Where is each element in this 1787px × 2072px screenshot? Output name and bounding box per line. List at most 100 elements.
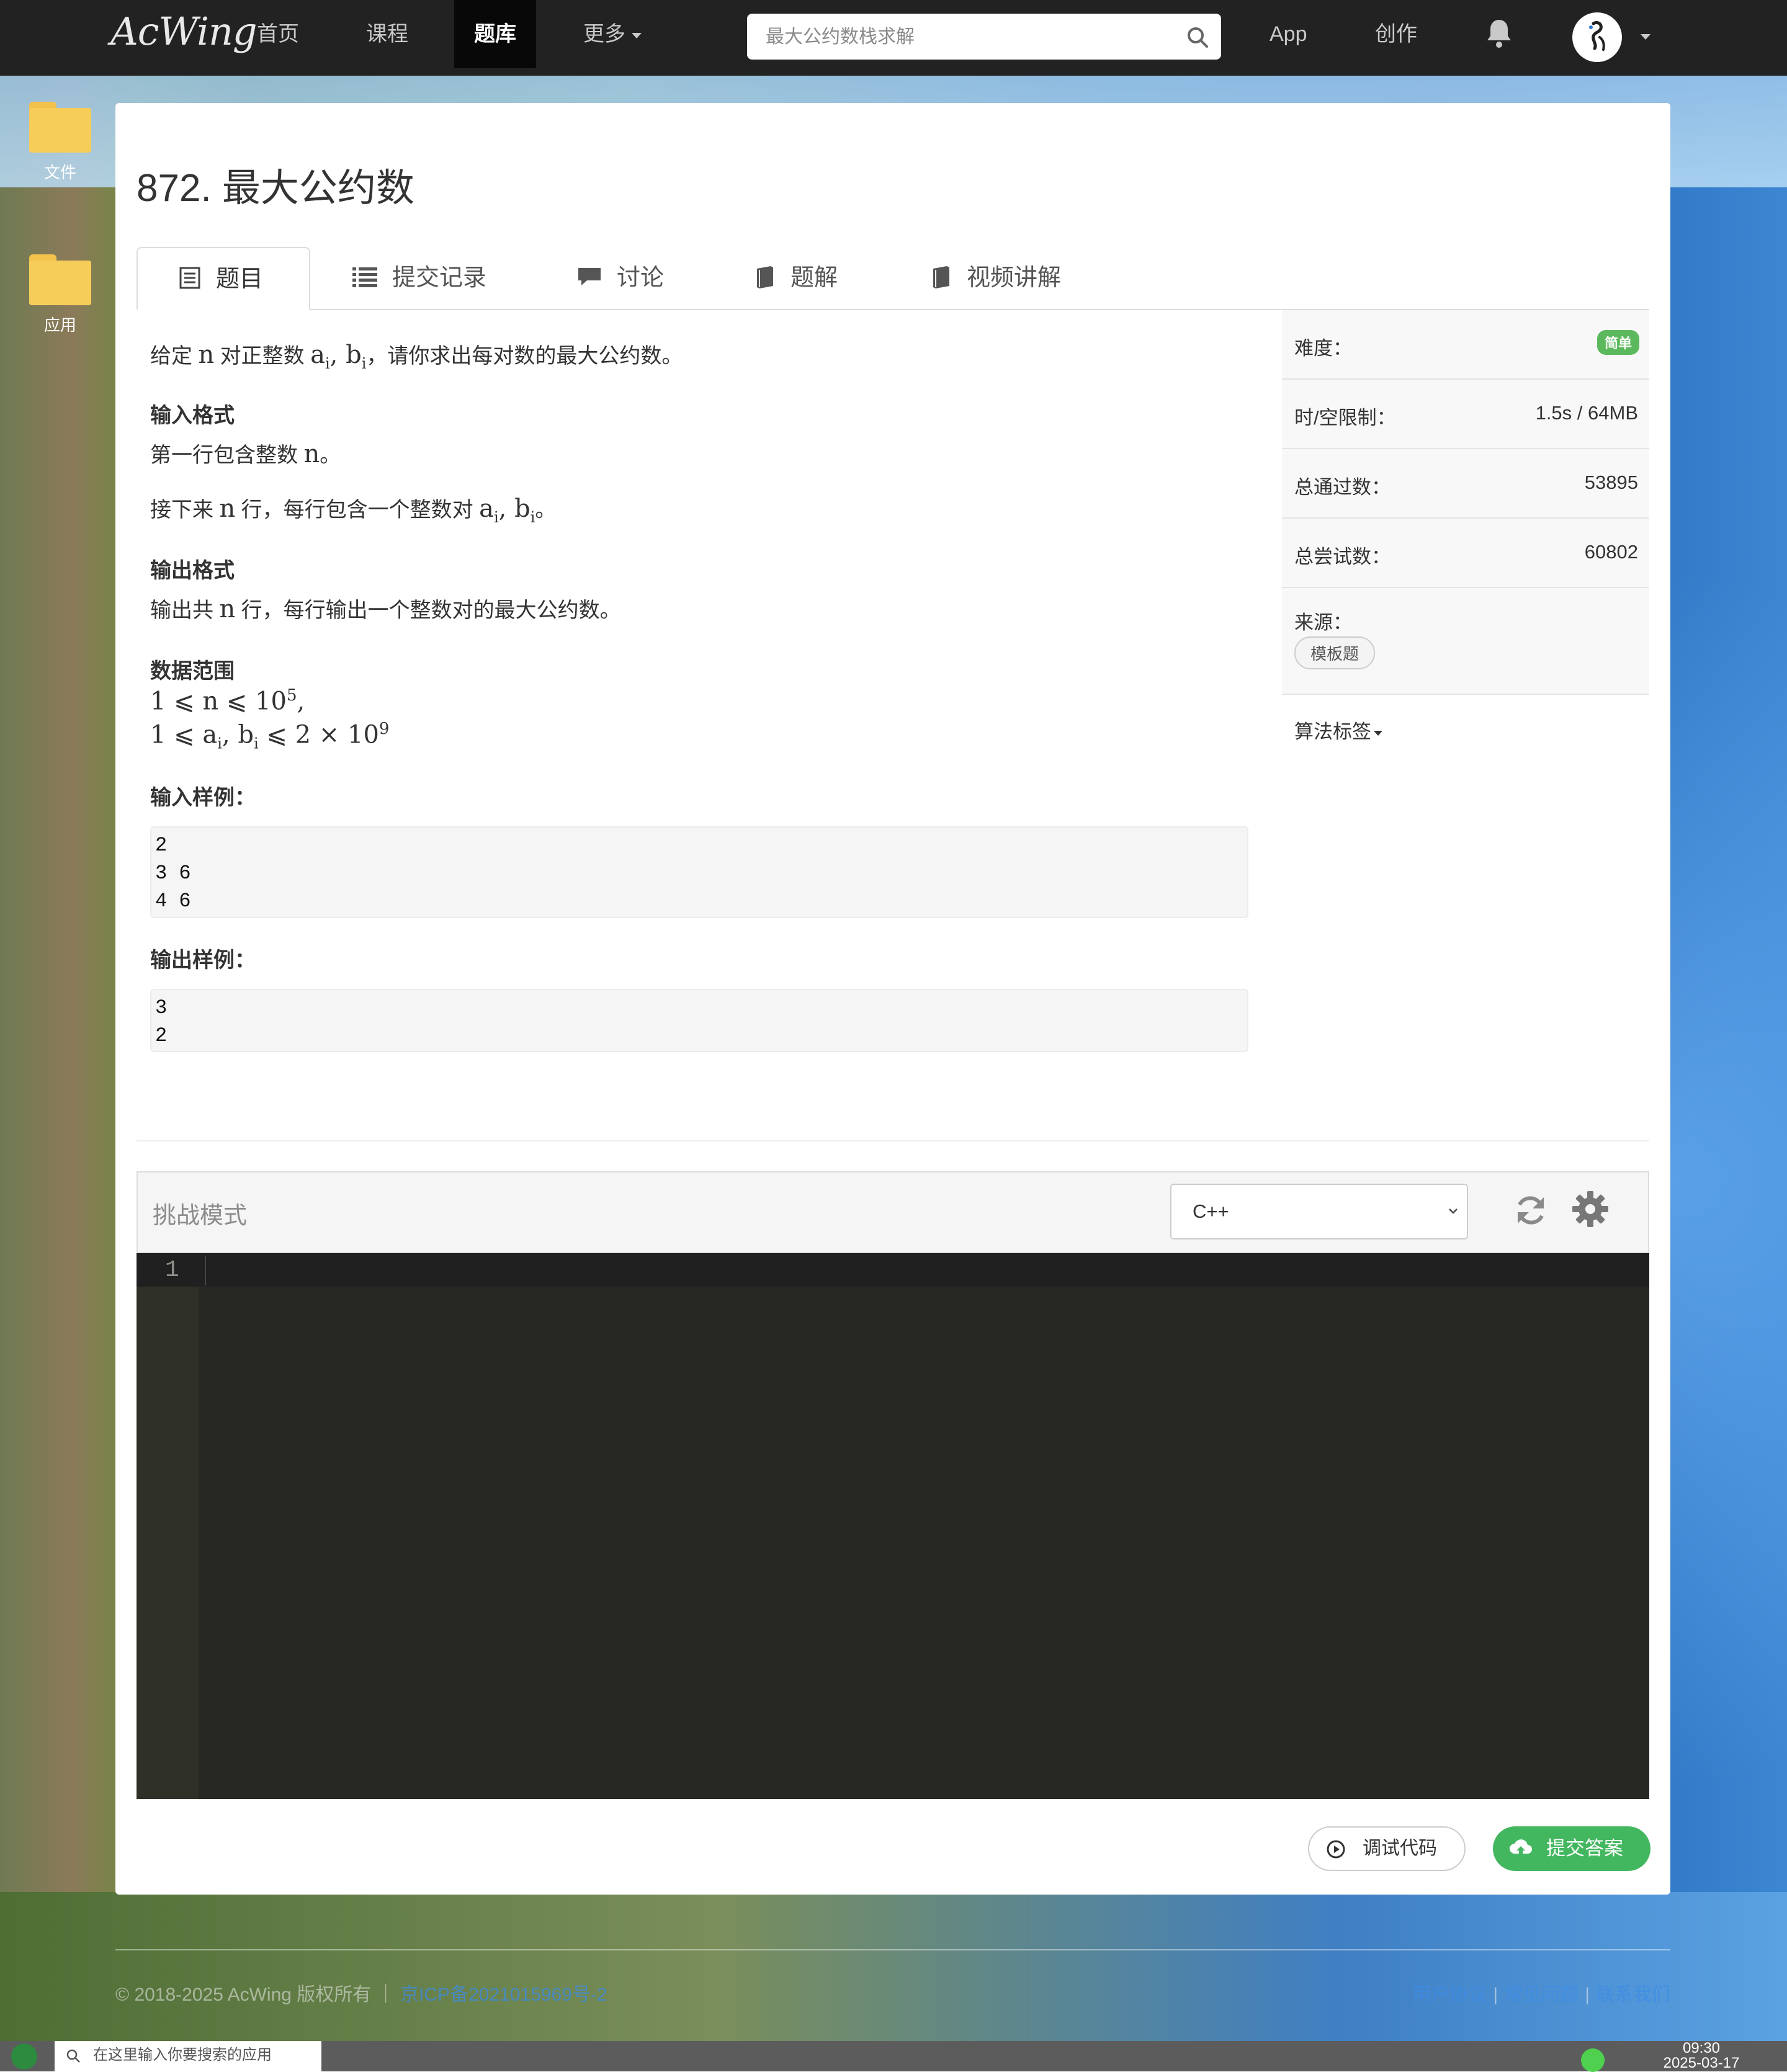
debug-code-label: 调试代码 — [1363, 1838, 1437, 1859]
passed-value: 53895 — [1584, 471, 1638, 493]
nav-courses[interactable]: 课程 — [366, 0, 408, 68]
text-cursor — [205, 1256, 206, 1285]
sample-input-block: 2 3 6 4 6 — [150, 826, 1248, 918]
search-icon — [66, 2049, 80, 2063]
tab-submissions[interactable]: 提交记录 — [352, 247, 486, 309]
bell-icon[interactable] — [1484, 16, 1514, 51]
data-range-heading: 数据范围 — [150, 659, 235, 683]
limit-label: 时/空限制： — [1294, 407, 1396, 429]
taskbar-search-placeholder: 在这里输入你要搜索的应用 — [93, 2047, 272, 2063]
footer-link-contact[interactable]: 联系我们 — [1596, 1985, 1670, 2005]
tried-label: 总尝试数： — [1294, 546, 1391, 568]
nav-problems[interactable]: 题库 — [454, 0, 536, 68]
search-icon[interactable] — [1185, 25, 1210, 50]
submit-answer-button[interactable]: 提交答案 — [1493, 1826, 1650, 1871]
tab-label: 视频讲解 — [967, 265, 1062, 291]
footer-link-faq[interactable]: 常见问题 — [1504, 1985, 1579, 2005]
code-line: 3 6 — [155, 862, 191, 885]
tab-discussion[interactable]: 讨论 — [577, 247, 664, 309]
acwing-logo[interactable]: AcWing — [110, 9, 258, 54]
input-format-line2: 接下来 n 行，每行包含一个整数对 ai, bi。 — [150, 494, 557, 526]
search-box[interactable] — [747, 14, 1221, 61]
difficulty-badge: 简单 — [1597, 330, 1639, 355]
data-range-line1: 1 ⩽ n ⩽ 105, — [150, 686, 305, 716]
desktop-icon-apps[interactable]: 应用 — [26, 254, 94, 336]
taskbar-search[interactable]: 在这里输入你要搜索的应用 — [55, 2041, 321, 2071]
input-format-heading: 输入格式 — [150, 404, 235, 427]
nav-more[interactable]: 更多 — [583, 0, 642, 68]
tab-solutions[interactable]: 题解 — [755, 247, 838, 309]
difficulty-label: 难度： — [1294, 337, 1352, 359]
os-taskbar: 在这里输入你要搜索的应用 09:30 2025-03-17 — [0, 2041, 1787, 2072]
limit-value: 1.5s / 64MB — [1535, 402, 1638, 424]
footer-link-agreement[interactable]: 用户协议 — [1412, 1985, 1487, 2005]
user-menu-caret-icon[interactable] — [1641, 34, 1650, 40]
problem-card: 872. 最大公约数 题目 提交记录 讨论 题解 视频讲解 给定 n 对正整数 … — [115, 103, 1670, 1895]
start-menu-icon[interactable] — [11, 2043, 37, 2070]
tried-row: 总尝试数： 60802 — [1282, 519, 1649, 588]
editor-toolbar: 挑战模式 C++ — [137, 1171, 1649, 1253]
output-format-line: 输出共 n 行，每行输出一个整数对的最大公约数。 — [150, 595, 621, 623]
sample-output-heading: 输出样例： — [150, 949, 256, 972]
code-editor[interactable]: 1 — [137, 1253, 1649, 1799]
challenge-mode-label[interactable]: 挑战模式 — [153, 1196, 247, 1230]
limit-row: 时/空限制： 1.5s / 64MB — [1282, 380, 1649, 449]
chevron-down-icon — [1449, 1208, 1458, 1214]
nav-create[interactable]: 创作 — [1375, 0, 1417, 68]
editor-gutter — [137, 1253, 199, 1799]
beian-link[interactable]: 京ICP备2021015969号-2 — [400, 1985, 607, 2005]
passed-row: 总通过数： 53895 — [1282, 449, 1649, 519]
document-icon — [179, 267, 200, 289]
code-line: 4 6 — [155, 890, 191, 913]
data-range-line2: 1 ⩽ ai, bi ⩽ 2 × 109 — [150, 720, 390, 752]
problem-tabs: 题目 提交记录 讨论 题解 视频讲解 — [137, 247, 1649, 310]
folder-icon — [29, 254, 91, 305]
gear-icon[interactable] — [1571, 1190, 1610, 1228]
wallpaper-foreground — [0, 1892, 1787, 2041]
desktop-icon-label: 应用 — [43, 316, 76, 334]
clock-time: 09:30 — [1682, 2040, 1721, 2056]
input-format-line1: 第一行包含整数 n。 — [150, 440, 341, 468]
page-title: 872. 最大公约数 — [137, 167, 414, 210]
status-indicator-icon[interactable] — [1581, 2048, 1605, 2072]
caret-down-icon — [632, 32, 642, 38]
debug-code-button[interactable]: 调试代码 — [1308, 1826, 1466, 1871]
tab-label: 提交记录 — [392, 265, 487, 291]
book-icon — [757, 266, 773, 288]
comment-icon — [578, 267, 601, 285]
tab-video[interactable]: 视频讲解 — [931, 247, 1061, 309]
folder-icon — [29, 102, 91, 153]
tab-label: 题目 — [216, 266, 264, 292]
sample-output-block: 3 2 — [150, 989, 1248, 1052]
cloud-upload-icon — [1510, 1839, 1532, 1856]
tab-label: 题解 — [790, 265, 838, 291]
language-select-value: C++ — [1193, 1200, 1229, 1222]
footer-divider — [115, 1949, 1670, 1950]
language-select[interactable]: C++ — [1170, 1184, 1468, 1239]
passed-label: 总通过数： — [1294, 476, 1391, 498]
book-icon — [933, 266, 949, 288]
algorithm-tags-toggle[interactable]: 算法标签 — [1294, 716, 1382, 744]
source-tag[interactable]: 模板题 — [1294, 636, 1376, 669]
desktop-icon-label: 文件 — [43, 163, 76, 182]
desktop-icon-files[interactable]: 文件 — [26, 102, 94, 183]
submit-answer-label: 提交答案 — [1546, 1838, 1623, 1859]
algorithm-tags-row[interactable]: 算法标签 — [1282, 695, 1649, 762]
problem-info-panel: 难度： 简单 时/空限制： 1.5s / 64MB 总通过数： 53895 总尝… — [1282, 310, 1649, 762]
play-circle-icon — [1327, 1840, 1345, 1859]
user-avatar[interactable] — [1572, 12, 1622, 62]
search-input[interactable] — [764, 14, 1180, 61]
refresh-icon[interactable] — [1513, 1192, 1549, 1228]
source-label: 来源： — [1294, 612, 1352, 633]
tab-description[interactable]: 题目 — [137, 247, 310, 310]
tab-label: 讨论 — [617, 265, 665, 291]
output-format-heading: 输出格式 — [150, 559, 235, 583]
line-number: 1 — [165, 1257, 179, 1284]
taskbar-clock[interactable]: 09:30 2025-03-17 — [1658, 2041, 1745, 2071]
nav-app[interactable]: App — [1270, 0, 1307, 68]
section-divider — [137, 1140, 1649, 1141]
top-navbar: AcWing 首页 课程 题库 更多 App 创作 — [0, 0, 1787, 76]
nav-home[interactable]: 首页 — [257, 0, 299, 68]
avatar-image — [1589, 20, 1605, 51]
difficulty-row: 难度： 简单 — [1282, 310, 1649, 380]
